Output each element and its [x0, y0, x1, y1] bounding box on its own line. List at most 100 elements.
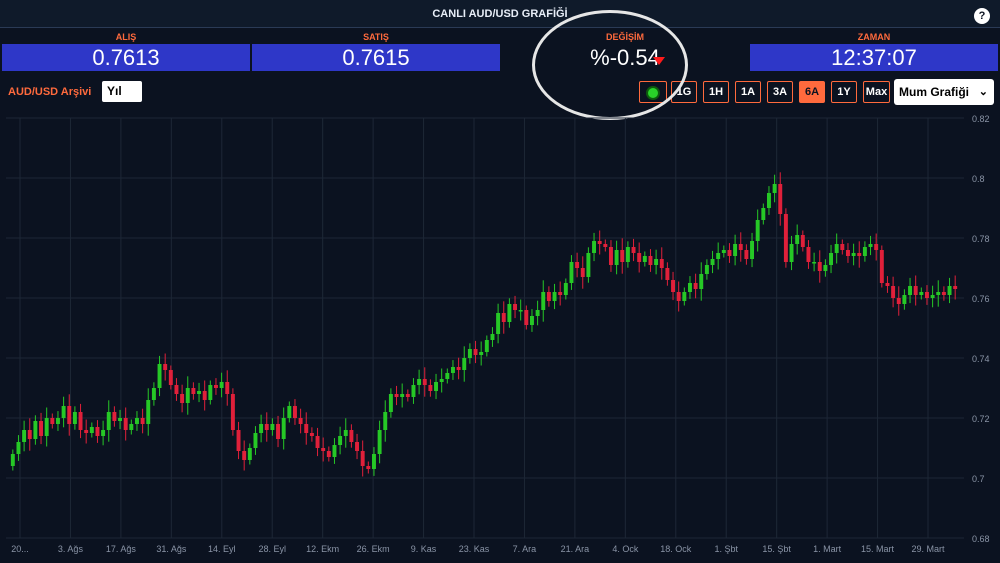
candle-body [27, 430, 32, 439]
chart-type-select[interactable]: Mum Grafiği ⌄ [894, 79, 994, 105]
candle-body [490, 334, 495, 340]
candle-body [89, 427, 94, 433]
candle-body [586, 253, 591, 277]
chart-type-label: Mum Grafiği [899, 85, 970, 99]
x-tick-label: 15. Şbt [762, 544, 791, 554]
y-tick-label: 0.82 [972, 114, 990, 124]
range-button-1y[interactable]: 1Y [831, 81, 857, 103]
candle-body [197, 391, 202, 394]
candle-body [219, 382, 224, 388]
candle-body [292, 406, 297, 418]
page-title: CANLI AUD/USD GRAFİĞİ [432, 8, 568, 20]
candle-body [834, 244, 839, 253]
candle-body [800, 235, 805, 247]
candle-body [112, 412, 117, 421]
candle-body [213, 385, 218, 388]
candle-body [840, 244, 845, 250]
candle-body [597, 241, 602, 244]
candle-body [315, 436, 320, 448]
candle-body [761, 208, 766, 220]
candle-body [558, 292, 563, 295]
candle-body [857, 253, 862, 256]
candle-body [823, 265, 828, 271]
candle-body [829, 253, 834, 265]
candle-body [253, 433, 258, 448]
period-select[interactable]: Yıl [102, 81, 142, 102]
candle-body [332, 445, 337, 457]
candle-body [953, 286, 958, 289]
y-tick-label: 0.8 [972, 174, 985, 184]
candle-body [321, 448, 326, 451]
range-button-6a[interactable]: 6A [799, 81, 825, 103]
candle-body [580, 268, 585, 277]
candle-body [180, 394, 185, 403]
candle-body [163, 364, 168, 370]
candle-body [676, 292, 681, 301]
candle-body [552, 292, 557, 301]
candle-body [783, 214, 788, 262]
candle-body [862, 247, 867, 256]
x-tick-label: 3. Ağs [58, 544, 84, 554]
candle-body [383, 412, 388, 430]
candle-body [851, 253, 856, 256]
candle-body [766, 193, 771, 208]
candle-body [744, 250, 749, 259]
y-tick-label: 0.78 [972, 234, 990, 244]
candle-body [710, 259, 715, 265]
candle-body [812, 262, 817, 264]
candle-body [417, 379, 422, 385]
candle-body [642, 256, 647, 262]
candle-body [648, 256, 653, 265]
x-tick-label: 20... [11, 544, 29, 554]
candle-body [309, 433, 314, 436]
help-icon[interactable]: ? [974, 8, 990, 24]
candle-body [22, 430, 27, 442]
candle-body [394, 394, 399, 397]
candle-body [716, 253, 721, 259]
candle-body [44, 418, 49, 436]
y-tick-label: 0.74 [972, 354, 990, 364]
candle-body [72, 412, 77, 424]
candle-body [366, 466, 371, 469]
x-tick-label: 4. Ock [612, 544, 639, 554]
candle-body [755, 220, 760, 241]
x-tick-label: 1. Şbt [714, 544, 738, 554]
x-tick-label: 21. Ara [561, 544, 590, 554]
range-button-1h[interactable]: 1H [703, 81, 729, 103]
candle-body [281, 418, 286, 439]
candle-body [699, 274, 704, 289]
candle-body [259, 424, 264, 433]
candle-body [123, 418, 128, 430]
y-tick-label: 0.68 [972, 534, 990, 544]
candle-body [287, 406, 292, 418]
candle-body [400, 394, 405, 397]
candle-body [50, 418, 55, 424]
candle-body [704, 265, 709, 274]
candle-body [377, 430, 382, 454]
candle-body [733, 244, 738, 256]
candle-body [936, 292, 941, 295]
candle-body [338, 436, 343, 445]
candle-body [592, 241, 597, 253]
candle-body [157, 364, 162, 388]
candle-body [891, 286, 896, 298]
x-tick-label: 15. Mart [861, 544, 895, 554]
candle-body [625, 247, 630, 262]
candle-body [84, 430, 89, 433]
candle-body [16, 442, 21, 454]
candle-body [67, 406, 72, 424]
candle-body [479, 352, 484, 355]
candle-body [845, 250, 850, 256]
candle-body [868, 244, 873, 247]
candle-body [637, 253, 642, 262]
range-button-max[interactable]: Max [863, 81, 890, 103]
candle-body [146, 400, 151, 424]
candle-body [535, 310, 540, 316]
x-tick-label: 12. Ekm [306, 544, 339, 554]
range-button-1a[interactable]: 1A [735, 81, 761, 103]
range-button-3a[interactable]: 3A [767, 81, 793, 103]
time-value: 12:37:07 [750, 44, 998, 71]
candle-body [343, 430, 348, 436]
candle-body [236, 430, 241, 451]
x-tick-label: 28. Eyl [258, 544, 286, 554]
